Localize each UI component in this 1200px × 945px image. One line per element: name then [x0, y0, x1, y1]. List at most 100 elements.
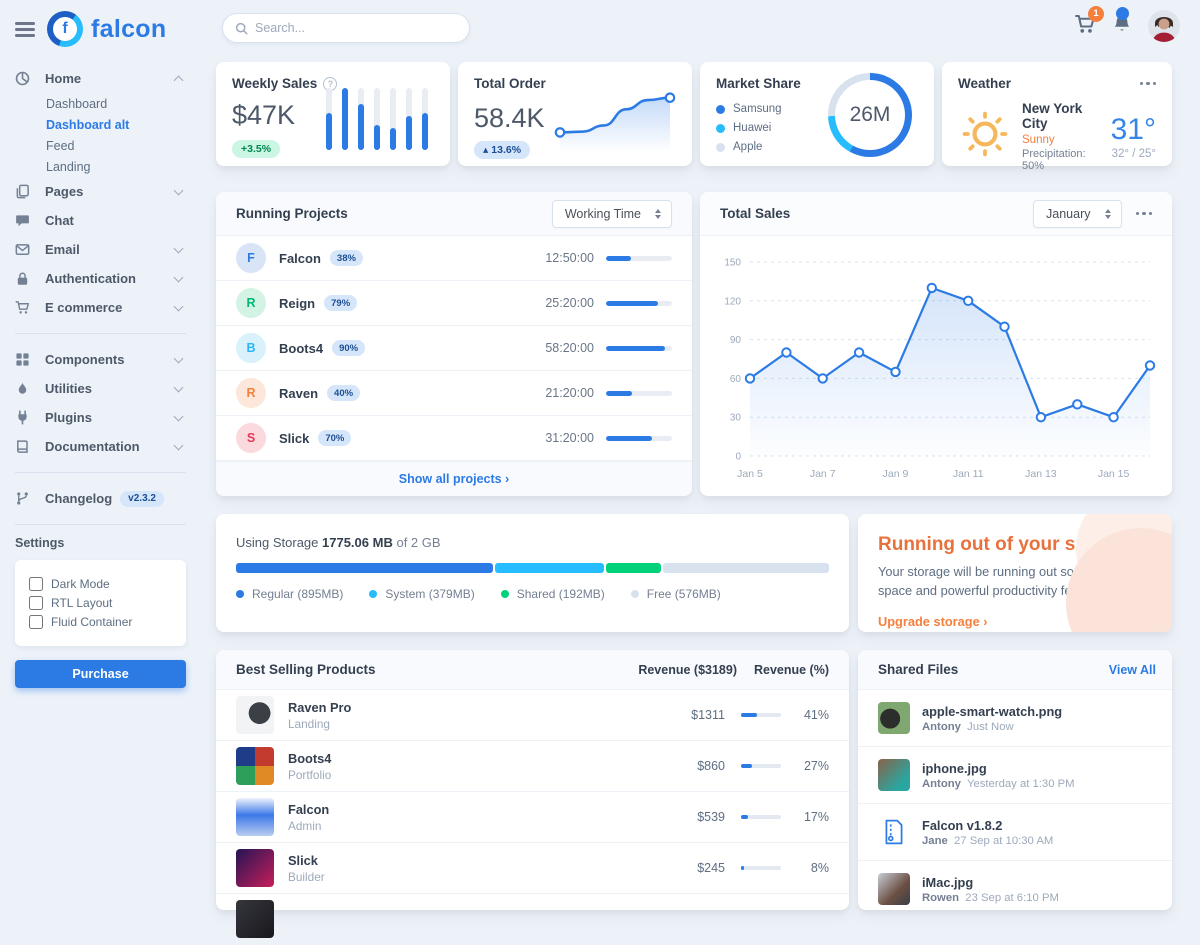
- card-menu-icon[interactable]: [1136, 212, 1153, 216]
- product-row[interactable]: Boots4Portfolio$86027%: [216, 741, 849, 792]
- fluid-container-checkbox[interactable]: [29, 615, 43, 629]
- chart-pie-icon: [15, 71, 32, 86]
- file-name[interactable]: iphone.jpg: [922, 761, 1075, 776]
- product-revenue: $1311: [665, 708, 725, 722]
- working-time-select[interactable]: Working Time: [552, 200, 672, 228]
- view-all-link[interactable]: View All: [1109, 663, 1156, 677]
- product-category: Portfolio: [288, 768, 665, 782]
- file-item[interactable]: Falcon v1.8.2Jane 27 Sep at 10:30 AM: [858, 803, 1172, 860]
- sidebar-item-label: Components: [45, 352, 175, 367]
- project-row[interactable]: SSlick70%31:20:00: [216, 416, 692, 461]
- zip-file-icon: [878, 816, 910, 848]
- product-name[interactable]: Falcon: [288, 802, 665, 817]
- weather-temp: 31°: [1111, 113, 1156, 147]
- storage-label: Using Storage: [236, 535, 318, 550]
- project-row[interactable]: RReign79%25:20:00: [216, 281, 692, 326]
- svg-text:Jan 11: Jan 11: [953, 468, 984, 480]
- sidebar-item-home[interactable]: Home: [15, 64, 186, 93]
- revenue-pct-column-header: Revenue (%): [737, 663, 829, 677]
- bar: [390, 88, 396, 150]
- sidebar-item-label: Plugins: [45, 410, 175, 425]
- upgrade-storage-link[interactable]: Upgrade storage ›: [878, 614, 988, 629]
- product-name[interactable]: Boots4: [288, 751, 665, 766]
- revenue-column-header: Revenue ($3189): [607, 663, 737, 677]
- project-name[interactable]: Raven: [279, 386, 318, 401]
- cart-icon[interactable]: 1: [1074, 13, 1096, 40]
- search-input[interactable]: [255, 21, 457, 35]
- product-row[interactable]: SlickBuilder$2458%: [216, 843, 849, 894]
- product-name[interactable]: Raven Pro: [288, 700, 665, 715]
- file-item[interactable]: apple-smart-watch.pngAntony Just Now: [858, 690, 1172, 746]
- email-icon: [15, 242, 32, 257]
- sidebar-item-changelog[interactable]: Changelogv2.3.2: [15, 484, 186, 513]
- svg-text:Jan 13: Jan 13: [1025, 468, 1057, 480]
- project-row[interactable]: FFalcon38%12:50:00: [216, 236, 692, 281]
- storage-usage-bar: [236, 563, 829, 573]
- sidebar-subitem-landing[interactable]: Landing: [15, 156, 186, 177]
- logo-text: falcon: [91, 15, 166, 44]
- falcon-logo[interactable]: f falcon: [47, 11, 166, 47]
- product-thumbnail: [236, 798, 274, 836]
- project-row[interactable]: BBoots490%58:20:00: [216, 326, 692, 371]
- weekly-sales-bar-chart: [326, 88, 428, 150]
- dark-mode-checkbox[interactable]: [29, 577, 43, 591]
- shared-files-card: Shared Files View All apple-smart-watch.…: [858, 650, 1172, 910]
- sidebar-subitem-dashboard-alt[interactable]: Dashboard alt: [15, 114, 186, 135]
- chevron-down-icon: [174, 243, 184, 253]
- project-name[interactable]: Boots4: [279, 341, 323, 356]
- purchase-button[interactable]: Purchase: [15, 660, 186, 688]
- project-progress-bar: [606, 436, 672, 441]
- file-name[interactable]: iMac.jpg: [922, 875, 1059, 890]
- notifications-bell-icon[interactable]: [1112, 14, 1132, 39]
- show-all-projects-link[interactable]: Show all projects ›: [216, 461, 692, 496]
- search-box[interactable]: [222, 13, 470, 43]
- sidebar-item-label: Home: [45, 71, 175, 86]
- product-row[interactable]: Raven ProLanding$131141%: [216, 690, 849, 741]
- sidebar-subitem-feed[interactable]: Feed: [15, 135, 186, 156]
- file-thumbnail: [878, 759, 910, 791]
- sidebar-item-plugins[interactable]: Plugins: [15, 403, 186, 432]
- file-item[interactable]: iphone.jpgAntony Yesterday at 1:30 PM: [858, 746, 1172, 803]
- legend-dot-icon: [631, 590, 639, 598]
- menu-toggle-icon[interactable]: [15, 22, 35, 37]
- rtl-layout-checkbox[interactable]: [29, 596, 43, 610]
- sidebar-divider: [15, 524, 186, 525]
- file-item[interactable]: iMac.jpgRowen 23 Sep at 6:10 PM: [858, 860, 1172, 917]
- shared-files-title: Shared Files: [878, 662, 958, 677]
- sidebar-item-utilities[interactable]: Utilities: [15, 374, 186, 403]
- total-sales-title: Total Sales: [720, 206, 790, 221]
- month-select[interactable]: January: [1033, 200, 1121, 228]
- file-name[interactable]: Falcon v1.8.2: [922, 818, 1053, 833]
- sidebar-item-components[interactable]: Components: [15, 345, 186, 374]
- svg-text:Jan 5: Jan 5: [737, 468, 763, 480]
- project-name[interactable]: Slick: [279, 431, 309, 446]
- sidebar-subitem-dashboard[interactable]: Dashboard: [15, 93, 186, 114]
- search-icon: [235, 22, 248, 35]
- total-order-badge: ▴13.6%: [474, 141, 530, 159]
- product-name[interactable]: Slick: [288, 853, 665, 868]
- sidebar-item-chat[interactable]: Chat: [15, 206, 186, 235]
- product-row[interactable]: [216, 894, 849, 945]
- legend-dot-icon: [236, 590, 244, 598]
- product-row[interactable]: FalconAdmin$53917%: [216, 792, 849, 843]
- user-avatar[interactable]: [1148, 10, 1180, 42]
- sidebar-item-pages[interactable]: Pages: [15, 177, 186, 206]
- sidebar-item-e-commerce[interactable]: E commerce: [15, 293, 186, 322]
- storage-legend-item: Free (576MB): [631, 587, 721, 601]
- product-category: Landing: [288, 717, 665, 731]
- sidebar-divider: [15, 472, 186, 473]
- sidebar-item-documentation[interactable]: Documentation: [15, 432, 186, 461]
- project-progress-bar: [606, 301, 672, 306]
- total-sales-line-chart: 0306090120150Jan 5Jan 7Jan 9Jan 11Jan 13…: [706, 244, 1164, 490]
- space-promo-card: Running out of your space? Your storage …: [858, 514, 1172, 632]
- sidebar-item-authentication[interactable]: Authentication: [15, 264, 186, 293]
- sidebar-item-email[interactable]: Email: [15, 235, 186, 264]
- project-row[interactable]: RRaven40%21:20:00: [216, 371, 692, 416]
- weather-title: Weather: [958, 76, 1011, 91]
- card-menu-icon[interactable]: [1140, 82, 1157, 86]
- caret-up-icon: ▴: [483, 144, 488, 156]
- bar: [326, 88, 332, 150]
- project-name[interactable]: Falcon: [279, 251, 321, 266]
- project-name[interactable]: Reign: [279, 296, 315, 311]
- file-name[interactable]: apple-smart-watch.png: [922, 704, 1062, 719]
